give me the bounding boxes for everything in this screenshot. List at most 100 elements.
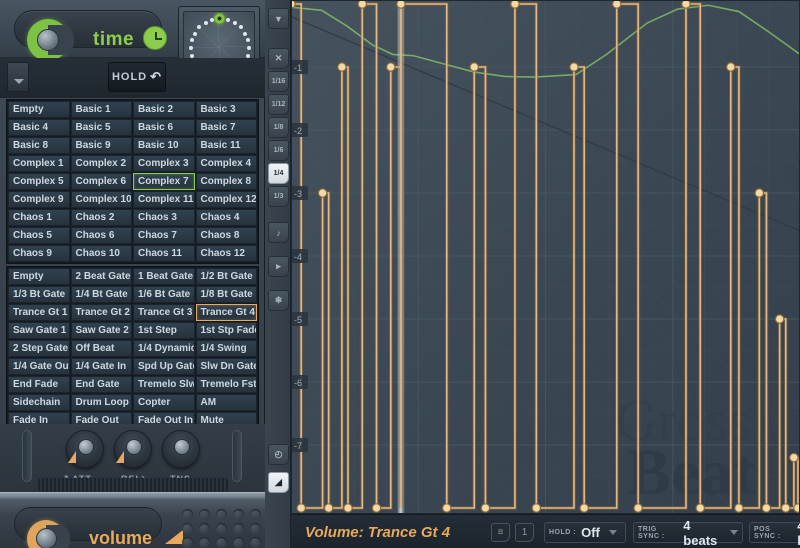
preset-cell[interactable]: Chaos 3: [133, 209, 195, 226]
toolbar-volume-mode-button[interactable]: ◢: [268, 472, 289, 493]
preset-cell[interactable]: Complex 2: [70, 155, 132, 172]
preset-cell[interactable]: Basic 5: [70, 119, 132, 136]
envelope-node[interactable]: [754, 188, 765, 198]
preset-cell[interactable]: Basic 10: [133, 137, 195, 154]
envelope-node[interactable]: [323, 503, 334, 513]
envelope-node[interactable]: [695, 503, 706, 513]
preset-cell[interactable]: 1/4 Dynamic: [133, 340, 195, 357]
preset-cell[interactable]: Complex 8: [195, 173, 257, 190]
preset-cell[interactable]: Chaos 2: [70, 209, 132, 226]
envelope-node[interactable]: [371, 503, 382, 513]
preset-cell[interactable]: Trance Gt 2: [70, 304, 132, 321]
preset-cell[interactable]: Chaos 4: [195, 209, 257, 226]
tension-knob[interactable]: [162, 430, 200, 468]
preset-cell[interactable]: Complex 5: [8, 173, 70, 190]
preset-cell[interactable]: Tremelo Slw: [133, 376, 195, 393]
toolbar-snap-1-12-button[interactable]: 1/12: [268, 94, 289, 115]
envelope-node[interactable]: [480, 503, 491, 513]
toolbar-snap-1-4-button[interactable]: 1/4: [268, 163, 289, 184]
toolbar-step-tool-button[interactable]: ▸: [268, 256, 289, 277]
preset-cell[interactable]: AM: [195, 394, 257, 411]
preset-cell[interactable]: Chaos 12: [195, 245, 257, 262]
preset-cell[interactable]: Basic 8: [8, 137, 70, 154]
preset-cell[interactable]: Empty: [8, 268, 70, 285]
envelope-node[interactable]: [337, 62, 347, 72]
preset-cell[interactable]: Tremelo Fst: [195, 376, 257, 393]
preset-cell[interactable]: Basic 11: [195, 137, 257, 154]
preset-cell[interactable]: Slw Dn Gate: [195, 358, 257, 375]
envelope-node[interactable]: [343, 503, 353, 513]
envelope-node[interactable]: [396, 0, 406, 9]
envelope-node[interactable]: [734, 503, 744, 513]
preset-cell[interactable]: Trance Gt 3: [133, 304, 195, 321]
preset-cell[interactable]: 1/3 Bt Gate: [8, 286, 70, 303]
preset-cell[interactable]: Spd Up Gate: [133, 358, 195, 375]
preset-cell[interactable]: 1/6 Bt Gate: [133, 286, 195, 303]
preset-cell[interactable]: Chaos 5: [8, 227, 70, 244]
envelope-node[interactable]: [681, 0, 691, 9]
preset-cell[interactable]: Drum Loop: [70, 394, 132, 411]
toolbar-freeze-tool-button[interactable]: ❄: [268, 290, 289, 311]
envelope-node[interactable]: [633, 503, 643, 513]
envelope-node[interactable]: [441, 503, 452, 513]
toolbar-snap-1-3-button[interactable]: 1/3: [268, 186, 289, 207]
preset-cell[interactable]: Trance Gt 1: [8, 304, 70, 321]
preset-cell[interactable]: 1/8 Bt Gate: [195, 286, 257, 303]
preset-cell[interactable]: Chaos 10: [70, 245, 132, 262]
preset-cell[interactable]: Chaos 9: [8, 245, 70, 262]
preset-cell[interactable]: 2 Beat Gate: [70, 268, 132, 285]
preset-cell[interactable]: Basic 9: [70, 137, 132, 154]
preset-cell[interactable]: 1/4 Gate In: [70, 358, 132, 375]
preset-cell[interactable]: Chaos 7: [133, 227, 195, 244]
envelope-node[interactable]: [357, 0, 368, 9]
preset-cell[interactable]: Basic 2: [133, 101, 195, 118]
envelope-node[interactable]: [469, 62, 480, 72]
preset-cell[interactable]: Sidechain: [8, 394, 70, 411]
preset-cell[interactable]: Complex 4: [195, 155, 257, 172]
preset-cell[interactable]: End Gate: [70, 376, 132, 393]
preset-cell[interactable]: 1 Beat Gate: [133, 268, 195, 285]
preset-cell[interactable]: Basic 6: [133, 119, 195, 136]
preset-cell[interactable]: Complex 12: [195, 191, 257, 208]
envelope-node[interactable]: [296, 503, 306, 513]
pattern-button[interactable]: ≡: [491, 523, 510, 542]
preset-dropdown-button[interactable]: [7, 62, 29, 92]
preset-cell[interactable]: 1/4 Swing: [195, 340, 257, 357]
preset-cell[interactable]: Copter: [133, 394, 195, 411]
toolbar-snap-1-8-button[interactable]: 1/8: [268, 117, 289, 138]
preset-cell[interactable]: 1/2 Bt Gate: [195, 268, 257, 285]
envelope-node[interactable]: [789, 452, 799, 463]
preset-cell[interactable]: 1/4 Bt Gate: [70, 286, 132, 303]
toolbar-time-mode-button[interactable]: ◴: [268, 444, 289, 465]
preset-cell[interactable]: Chaos 11: [133, 245, 195, 262]
time-knob[interactable]: [37, 29, 59, 51]
preset-cell[interactable]: Basic 4: [8, 119, 70, 136]
preset-cell[interactable]: Saw Gate 1: [8, 322, 70, 339]
envelope-node[interactable]: [611, 0, 622, 9]
preset-cell[interactable]: 1st Step: [133, 322, 195, 339]
envelope-node[interactable]: [761, 503, 772, 513]
toolbar-snap-1-6-button[interactable]: 1/6: [268, 140, 289, 161]
envelope-node[interactable]: [579, 503, 589, 513]
preset-cell[interactable]: Chaos 6: [70, 227, 132, 244]
preset-cell[interactable]: Complex 10: [70, 191, 132, 208]
preset-cell[interactable]: Chaos 1: [8, 209, 70, 226]
volume-knob[interactable]: [36, 528, 57, 548]
hold-combo[interactable]: HOLD : Off: [544, 522, 626, 543]
preset-cell[interactable]: Complex 9: [8, 191, 70, 208]
preset-cell[interactable]: Chaos 8: [195, 227, 257, 244]
preset-cell[interactable]: Off Beat: [70, 340, 132, 357]
envelope-node[interactable]: [725, 62, 736, 72]
toolbar-snap-none-button[interactable]: ✕: [268, 48, 289, 69]
envelope-node[interactable]: [385, 62, 396, 72]
volume-mode-button[interactable]: volume: [14, 507, 183, 548]
attack-knob[interactable]: [66, 430, 104, 468]
envelope-node[interactable]: [569, 62, 579, 72]
preset-cell[interactable]: Complex 11: [133, 191, 195, 208]
preset-cell[interactable]: Complex 6: [70, 173, 132, 190]
envelope-node[interactable]: [531, 503, 542, 513]
envelope-graph[interactable]: GrossBeat-1-2-3-4-5-6-7: [291, 0, 800, 514]
preset-cell[interactable]: Complex 1: [8, 155, 70, 172]
preset-cell[interactable]: Basic 1: [70, 101, 132, 118]
time-mode-button[interactable]: time: [14, 10, 167, 61]
